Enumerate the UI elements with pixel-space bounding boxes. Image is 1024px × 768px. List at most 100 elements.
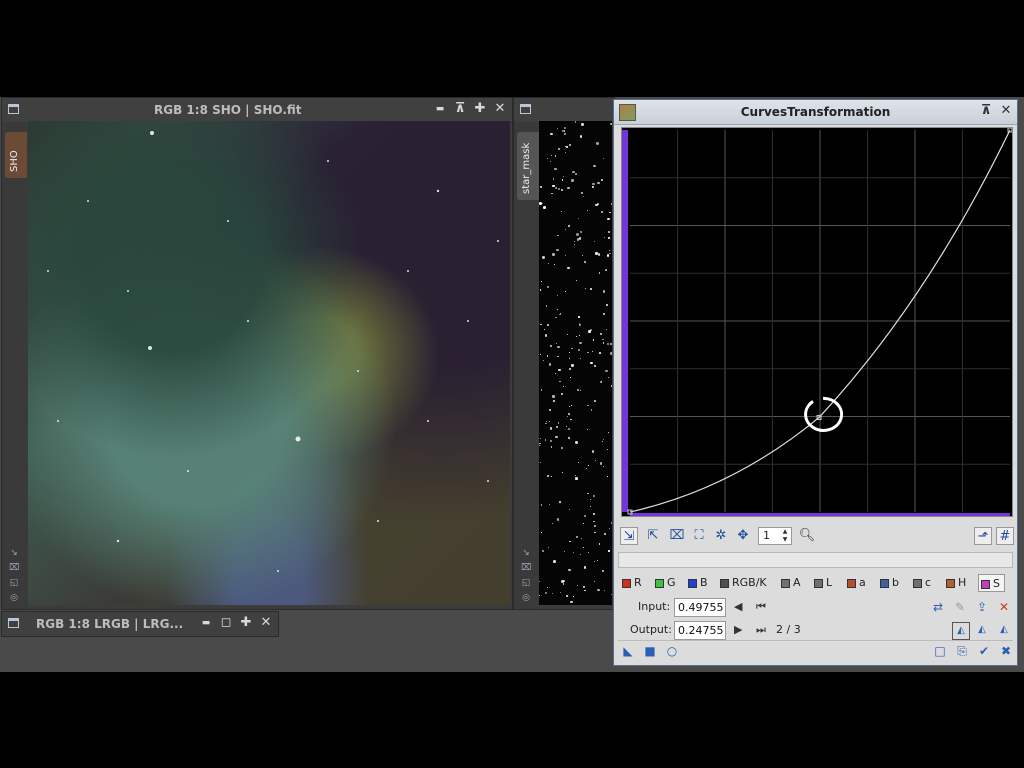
zoom-icon[interactable]: 🔍︎: [798, 527, 816, 545]
mask-icon[interactable]: ⌧: [521, 563, 531, 573]
star-dot: [578, 322, 580, 324]
star-dot: [554, 167, 558, 171]
zoom-fit-icon[interactable]: ⛶: [690, 527, 708, 545]
channel-button-a[interactable]: a: [845, 574, 866, 592]
channel-button-b[interactable]: b: [878, 574, 899, 592]
link-icon[interactable]: ↘: [521, 548, 531, 558]
minimize-button[interactable]: ▬: [198, 615, 214, 631]
channel-button-g[interactable]: G: [653, 574, 676, 592]
star-dot: [545, 423, 547, 425]
edit-point-mode-icon[interactable]: ⇲: [620, 527, 638, 545]
star-dot: [540, 504, 543, 506]
channel-button-rgb-k[interactable]: RGB/K: [718, 574, 767, 592]
star-dot: [602, 341, 605, 344]
target-icon[interactable]: ◎: [521, 593, 531, 603]
clone-icon[interactable]: ◱: [9, 578, 19, 588]
show-grid-icon[interactable]: #: [996, 527, 1014, 545]
mask-icon[interactable]: ⌧: [9, 563, 19, 573]
minimize-button[interactable]: ▬: [432, 101, 448, 117]
star-mask-image[interactable]: [539, 121, 612, 605]
reset-icon[interactable]: ✖: [998, 643, 1014, 659]
window-menu-icon[interactable]: [8, 104, 19, 114]
akima-interpolation-icon[interactable]: ◭: [952, 622, 970, 640]
select-point-mode-icon[interactable]: ⇱: [644, 527, 662, 545]
channel-button-c[interactable]: c: [911, 574, 931, 592]
real-time-preview-icon[interactable]: □: [932, 643, 948, 659]
star-dot: [558, 368, 561, 372]
input-label: Input:: [638, 600, 671, 613]
channel-button-h[interactable]: H: [944, 574, 966, 592]
prev-point-icon[interactable]: ◀: [734, 600, 742, 613]
new-instance-icon[interactable]: ◣: [620, 643, 636, 659]
next-point-icon[interactable]: ▶: [734, 623, 742, 636]
apply-global-icon[interactable]: ○: [664, 643, 680, 659]
last-point-icon[interactable]: ⏭: [756, 623, 766, 637]
invert-curve-icon[interactable]: ⇄: [930, 599, 946, 615]
pan-icon[interactable]: ✥: [734, 527, 752, 545]
link-icon[interactable]: ↘: [9, 548, 19, 558]
restore-button[interactable]: ◻: [218, 615, 234, 631]
output-field[interactable]: 0.24755: [674, 621, 726, 640]
close-button[interactable]: ✕: [998, 103, 1014, 119]
channel-button-s[interactable]: S: [978, 574, 1005, 592]
store-curve-icon[interactable]: ⇪: [974, 599, 990, 615]
pick-point-icon[interactable]: ✎: [952, 599, 968, 615]
titlebar[interactable]: [514, 98, 614, 123]
star-dot: [604, 589, 606, 591]
output-row: Output: 0.24755 ▶ ⏭ 2 / 3 ◭ ◭ ◭: [618, 620, 1013, 642]
channel-button-a[interactable]: A: [779, 574, 801, 592]
star-dot: [569, 376, 571, 378]
reset-curve-icon[interactable]: ✕: [996, 599, 1012, 615]
star-dot: [562, 471, 563, 473]
minimized-window-lrgb[interactable]: RGB 1:8 LRGB | LRG... ▬ ◻ ✚ ✕: [1, 611, 279, 637]
titlebar[interactable]: RGB 1:8 SHO | SHO.fit ▬ ⊼ ✚ ✕: [2, 98, 512, 123]
star-dot: [605, 268, 608, 271]
zoom-shrink-icon[interactable]: ✲: [712, 527, 730, 545]
spin-arrows[interactable]: ▲ ▼: [780, 528, 790, 544]
maximize-button[interactable]: ✚: [238, 615, 254, 631]
input-row: Input: 0.49755 ◀ ⏮ ⇄ ✎ ⇪ ✕: [618, 597, 1013, 619]
window-menu-icon[interactable]: [520, 104, 531, 114]
track-view-icon[interactable]: ✔: [976, 643, 992, 659]
target-icon[interactable]: ◎: [9, 593, 19, 603]
window-menu-icon[interactable]: [8, 618, 19, 628]
star-dot: [594, 459, 597, 462]
channel-button-l[interactable]: L: [812, 574, 832, 592]
curve-graph[interactable]: [621, 127, 1013, 517]
star-dot: [592, 512, 596, 516]
close-button[interactable]: ✕: [492, 101, 508, 117]
channel-button-b[interactable]: B: [686, 574, 708, 592]
apply-icon[interactable]: ■: [642, 643, 658, 659]
maximize-button[interactable]: ✚: [472, 101, 488, 117]
curve-plot[interactable]: [622, 128, 1013, 517]
shade-button[interactable]: ⊼: [452, 101, 468, 117]
star-dot: [608, 250, 610, 251]
channel-swatch: [655, 579, 664, 588]
nebula-image[interactable]: [28, 121, 510, 605]
star-dot: [555, 435, 558, 439]
view-tab-star-mask[interactable]: star_mask: [517, 132, 539, 200]
first-point-icon[interactable]: ⏮: [756, 600, 766, 614]
star-dot: [596, 141, 600, 145]
star-dot: [590, 409, 593, 411]
view-tab-sho[interactable]: SHO: [5, 132, 27, 178]
browse-documentation-icon[interactable]: ⎘: [954, 643, 970, 659]
star-dot: [586, 351, 589, 354]
clone-icon[interactable]: ◱: [521, 578, 531, 588]
linear-interpolation-icon[interactable]: ◭: [996, 622, 1012, 638]
delete-point-mode-icon[interactable]: ⌧: [668, 527, 686, 545]
star-dot: [603, 158, 605, 160]
shade-button[interactable]: ⊼: [978, 103, 994, 119]
close-button[interactable]: ✕: [258, 615, 274, 631]
channel-button-r[interactable]: R: [620, 574, 642, 592]
input-field[interactable]: 0.49755: [674, 598, 726, 617]
show-histogram-icon[interactable]: ⬏: [974, 527, 992, 545]
curves-transformation-dialog[interactable]: CurvesTransformation ⊼ ✕ ⇲ ⇱ ⌧ ⛶ ✲ ✥ 1 ▲…: [613, 99, 1018, 666]
star-dot: [539, 580, 541, 582]
dialog-titlebar[interactable]: CurvesTransformation ⊼ ✕: [614, 100, 1017, 125]
star-dot: [593, 561, 595, 562]
star-dot: [564, 254, 567, 257]
cubic-interpolation-icon[interactable]: ◭: [974, 622, 990, 638]
channel-label: L: [826, 576, 833, 589]
zoom-spinbox[interactable]: 1 ▲ ▼: [758, 527, 792, 545]
